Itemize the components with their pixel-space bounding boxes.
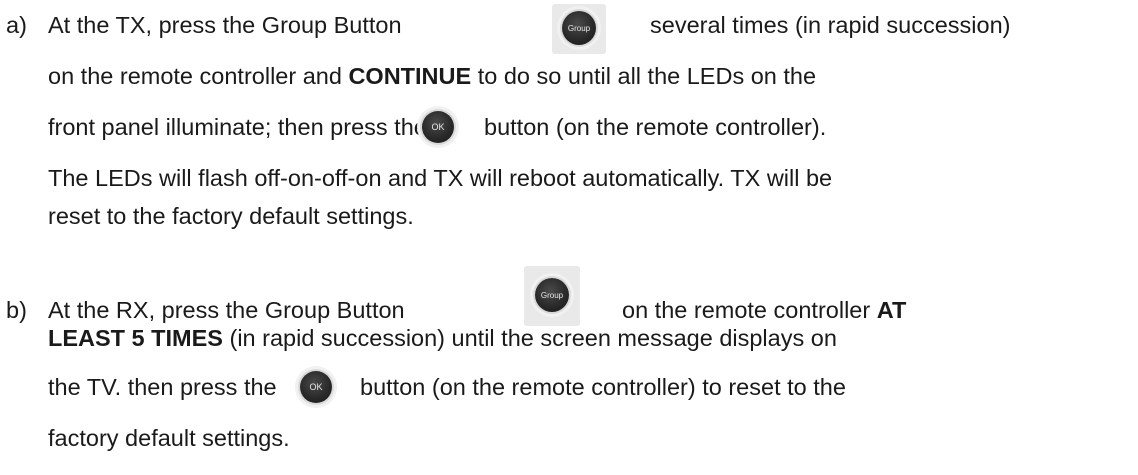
step-b-line4: factory default settings.: [48, 425, 290, 451]
group-button-icon: Group: [562, 11, 596, 45]
step-a-line1-post: several times (in rapid succession): [650, 12, 1011, 38]
group-button-label: Group: [567, 23, 591, 33]
step-a-line3-pre: front panel illuminate; then press the: [48, 114, 427, 140]
step-b-line1-post-bold: AT: [876, 297, 907, 323]
step-b-line3-pre: the TV. then press the: [48, 374, 277, 400]
step-b-line2-post: (in rapid succession) until the screen m…: [222, 325, 837, 351]
step-a-line5: reset to the factory default settings.: [48, 203, 414, 229]
step-b-line2-bold: LEAST 5 TIMES: [48, 325, 223, 351]
step-a-line1-pre: At the TX, press the Group Button: [48, 12, 402, 38]
step-b-line2: LEAST 5 TIMES (in rapid succession) unti…: [48, 325, 837, 352]
step-b-line1-pre: At the RX, press the Group Button: [48, 297, 405, 323]
step-b-line3-post: button (on the remote controller) to res…: [360, 374, 846, 400]
step-a-line4: The LEDs will flash off-on-off-on and TX…: [48, 165, 833, 191]
ok-button-label: OK: [309, 382, 323, 392]
step-a-marker: a): [6, 12, 27, 38]
step-b-marker: b): [6, 297, 27, 323]
step-a-line3-post: button (on the remote controller).: [484, 114, 827, 140]
group-button-icon: Group: [535, 278, 569, 312]
step-a-line2: on the remote controller and CONTINUE to…: [48, 63, 816, 90]
step-b-line1-post: on the remote controller AT: [622, 297, 906, 324]
step-a-line2-pre: on the remote controller and: [48, 63, 349, 89]
step-a-line2-post: to do so until all the LEDs on the: [471, 63, 817, 89]
ok-button-label: OK: [431, 122, 445, 132]
step-b-line1-post-pre: on the remote controller: [622, 297, 877, 323]
ok-button-icon: OK: [422, 111, 454, 143]
step-a-line2-bold: CONTINUE: [348, 63, 472, 89]
ok-button-icon: OK: [300, 371, 332, 403]
group-button-label: Group: [540, 290, 564, 300]
